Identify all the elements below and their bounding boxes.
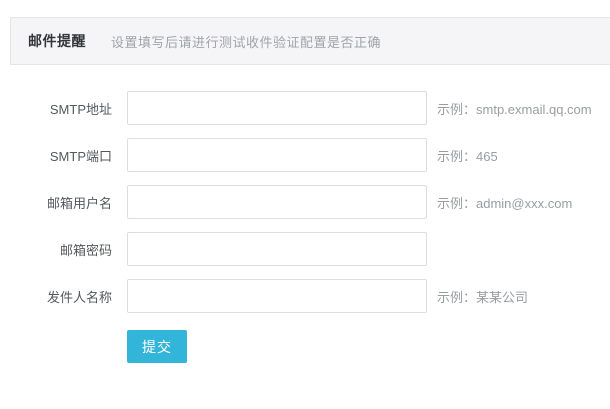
form-row-email-username: 邮箱用户名 示例：admin@xxx.com xyxy=(0,185,592,219)
email-username-example: 示例：admin@xxx.com xyxy=(437,193,572,212)
smtp-address-label: SMTP地址 xyxy=(0,99,112,118)
sender-name-input[interactable] xyxy=(127,279,427,313)
smtp-port-label: SMTP端口 xyxy=(0,146,112,165)
smtp-port-example: 示例：465 xyxy=(437,146,498,165)
form-row-smtp-port: SMTP端口 示例：465 xyxy=(0,138,592,172)
form-row-sender-name: 发件人名称 示例：某某公司 xyxy=(0,279,592,313)
smtp-address-example: 示例：smtp.exmail.qq.com xyxy=(437,99,592,118)
sender-name-example: 示例：某某公司 xyxy=(437,287,528,306)
submit-button[interactable]: 提交 xyxy=(127,330,187,363)
submit-row: 提交 xyxy=(127,330,592,363)
page-subtitle: 设置填写后请进行测试收件验证配置是否正确 xyxy=(111,32,381,51)
smtp-port-input[interactable] xyxy=(127,138,427,172)
email-username-label: 邮箱用户名 xyxy=(0,193,112,212)
smtp-address-input[interactable] xyxy=(127,91,427,125)
email-password-input[interactable] xyxy=(127,232,427,266)
form-row-smtp-address: SMTP地址 示例：smtp.exmail.qq.com xyxy=(0,91,592,125)
panel-header: 邮件提醒 设置填写后请进行测试收件验证配置是否正确 xyxy=(10,17,610,65)
page-title: 邮件提醒 xyxy=(28,31,86,51)
sender-name-label: 发件人名称 xyxy=(0,287,112,306)
email-username-input[interactable] xyxy=(127,185,427,219)
smtp-settings-form: SMTP地址 示例：smtp.exmail.qq.com SMTP端口 示例：4… xyxy=(0,91,592,363)
email-password-label: 邮箱密码 xyxy=(0,240,112,259)
form-row-email-password: 邮箱密码 xyxy=(0,232,592,266)
